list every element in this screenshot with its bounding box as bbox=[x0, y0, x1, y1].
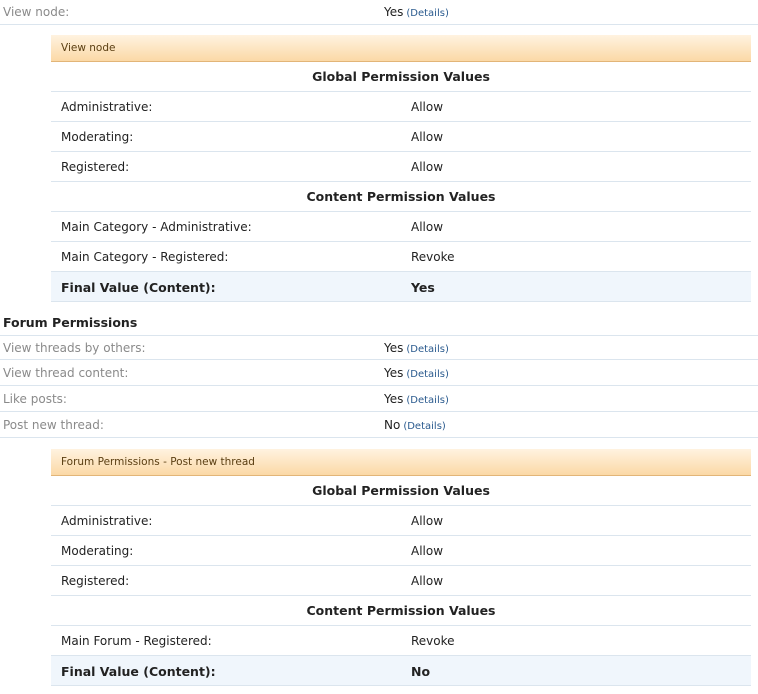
permission-detail-label: Registered: bbox=[61, 574, 130, 588]
permission-detail-row: Registered: Allow bbox=[51, 566, 751, 596]
details-link[interactable]: (Details) bbox=[406, 369, 448, 380]
permission-detail-value: Revoke bbox=[411, 250, 455, 264]
permission-row-view-threads: View threads by others: Yes (Details) bbox=[0, 335, 758, 360]
permission-value-text: Yes bbox=[384, 392, 404, 406]
details-link[interactable]: (Details) bbox=[406, 344, 448, 355]
permission-detail-label: Main Category - Administrative: bbox=[61, 220, 252, 234]
permission-detail-value: Allow bbox=[411, 160, 444, 174]
permission-value: No (Details) bbox=[384, 418, 446, 432]
permission-value-text: Yes bbox=[384, 5, 404, 19]
permission-detail-label: Moderating: bbox=[61, 544, 134, 558]
permission-value: Yes (Details) bbox=[384, 341, 449, 355]
permission-value-text: Yes bbox=[384, 366, 404, 380]
permission-detail-value: Allow bbox=[411, 574, 444, 588]
forum-permissions-heading: Forum Permissions bbox=[3, 315, 138, 330]
permission-row-post-thread: Post new thread: No (Details) bbox=[0, 413, 758, 438]
permission-label: View thread content: bbox=[3, 366, 129, 380]
post-thread-panel: Forum Permissions - Post new thread Glob… bbox=[51, 449, 751, 686]
permission-value-text: Yes bbox=[384, 341, 404, 355]
permission-detail-row: Moderating: Allow bbox=[51, 122, 751, 152]
permission-detail-value: Allow bbox=[411, 514, 444, 528]
permission-value-text: No bbox=[384, 418, 401, 432]
final-value-row: Final Value (Content): Yes bbox=[51, 272, 751, 302]
permission-detail-row: Moderating: Allow bbox=[51, 536, 751, 566]
details-link[interactable]: (Details) bbox=[403, 421, 445, 432]
final-value: Yes bbox=[411, 280, 435, 295]
permission-detail-value: Allow bbox=[411, 220, 444, 234]
content-permission-heading: Content Permission Values bbox=[51, 596, 751, 626]
permission-detail-value: Allow bbox=[411, 100, 444, 114]
permission-detail-label: Main Category - Registered: bbox=[61, 250, 229, 264]
permission-detail-row: Registered: Allow bbox=[51, 152, 751, 182]
final-value-label: Final Value (Content): bbox=[61, 280, 216, 295]
details-link[interactable]: (Details) bbox=[406, 8, 448, 19]
permission-detail-value: Allow bbox=[411, 544, 444, 558]
permission-value: Yes (Details) bbox=[384, 392, 449, 406]
view-node-panel: View node Global Permission Values Admin… bbox=[51, 35, 751, 302]
content-permission-heading: Content Permission Values bbox=[51, 182, 751, 212]
permission-label: View threads by others: bbox=[3, 341, 146, 355]
panel-title: Forum Permissions - Post new thread bbox=[51, 449, 751, 476]
permission-detail-value: Revoke bbox=[411, 634, 455, 648]
permission-label: Post new thread: bbox=[3, 418, 104, 432]
global-permission-heading: Global Permission Values bbox=[51, 476, 751, 506]
permission-detail-label: Administrative: bbox=[61, 514, 153, 528]
global-permission-heading: Global Permission Values bbox=[51, 62, 751, 92]
permission-label: View node: bbox=[3, 5, 70, 19]
permission-row-view-node: View node: Yes (Details) bbox=[0, 0, 758, 25]
final-value-label: Final Value (Content): bbox=[61, 664, 216, 679]
final-value: No bbox=[411, 664, 431, 679]
permission-detail-row: Administrative: Allow bbox=[51, 506, 751, 536]
permission-value: Yes (Details) bbox=[384, 5, 449, 19]
permission-row-view-content: View thread content: Yes (Details) bbox=[0, 361, 758, 386]
permission-label: Like posts: bbox=[3, 392, 67, 406]
permission-detail-row: Main Category - Registered: Revoke bbox=[51, 242, 751, 272]
permission-detail-row: Main Category - Administrative: Allow bbox=[51, 212, 751, 242]
details-link[interactable]: (Details) bbox=[406, 395, 448, 406]
permission-detail-label: Registered: bbox=[61, 160, 130, 174]
final-value-row: Final Value (Content): No bbox=[51, 656, 751, 686]
permission-detail-label: Main Forum - Registered: bbox=[61, 634, 212, 648]
permission-value: Yes (Details) bbox=[384, 366, 449, 380]
permission-row-like-posts: Like posts: Yes (Details) bbox=[0, 387, 758, 412]
permission-detail-row: Administrative: Allow bbox=[51, 92, 751, 122]
permission-detail-label: Administrative: bbox=[61, 100, 153, 114]
permission-detail-row: Main Forum - Registered: Revoke bbox=[51, 626, 751, 656]
panel-title: View node bbox=[51, 35, 751, 62]
permission-detail-value: Allow bbox=[411, 130, 444, 144]
permission-detail-label: Moderating: bbox=[61, 130, 134, 144]
